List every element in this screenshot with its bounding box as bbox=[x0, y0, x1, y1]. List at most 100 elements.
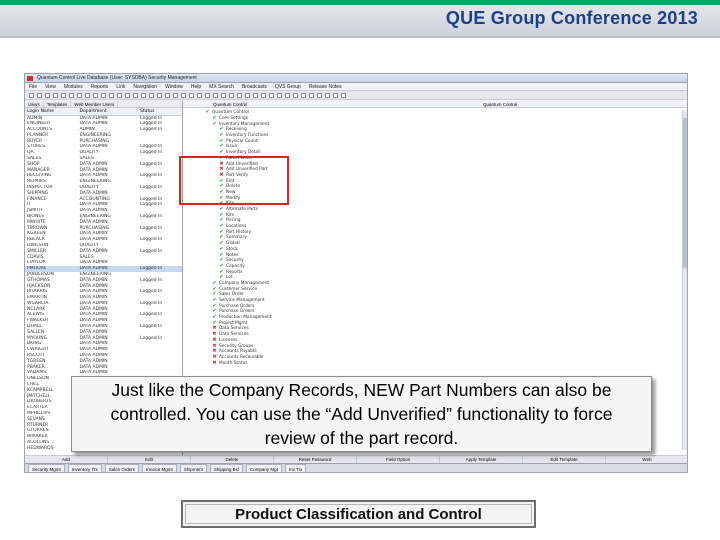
column-header[interactable]: Login Name bbox=[25, 108, 78, 116]
tree-node-label: Lot bbox=[226, 275, 233, 281]
toolbar-button[interactable] bbox=[181, 93, 186, 98]
toolbar-button[interactable] bbox=[69, 93, 74, 98]
toolbar-button[interactable] bbox=[61, 93, 66, 98]
users-tab[interactable]: Users bbox=[25, 101, 44, 107]
toolbar-button[interactable] bbox=[333, 93, 338, 98]
taskbar-window[interactable]: Shipment bbox=[179, 464, 207, 472]
toolbar-button[interactable] bbox=[325, 93, 330, 98]
action-button[interactable]: Edit bbox=[108, 456, 191, 463]
toolbar-button[interactable] bbox=[237, 93, 242, 98]
table-row[interactable]: ENGINEER DATA ADMIN Logged In bbox=[25, 121, 182, 127]
toolbar-button[interactable] bbox=[77, 93, 82, 98]
tree-node[interactable]: ✖ Month Status bbox=[183, 359, 687, 366]
action-button[interactable]: Add bbox=[25, 456, 108, 463]
tree-node-label: Quantum Control bbox=[212, 110, 249, 116]
toolbar-button[interactable] bbox=[141, 93, 146, 98]
toolbar-button[interactable] bbox=[269, 93, 274, 98]
action-button[interactable]: Delete bbox=[191, 456, 274, 463]
toolbar-button[interactable] bbox=[117, 93, 122, 98]
toolbar-button[interactable] bbox=[245, 93, 250, 98]
menu-item[interactable]: Modules bbox=[64, 83, 83, 90]
menu-item[interactable]: Broadcasts bbox=[242, 83, 267, 90]
column-header[interactable]: Department bbox=[77, 108, 139, 116]
menu-item[interactable]: MX Search bbox=[209, 83, 234, 90]
toolbar-button[interactable] bbox=[133, 93, 138, 98]
tree-node-label: Part Verify bbox=[226, 172, 249, 178]
tree-node-label: Inventory Management bbox=[219, 121, 270, 127]
toolbar-button[interactable] bbox=[301, 93, 306, 98]
users-tab[interactable]: Templates bbox=[44, 101, 72, 107]
toolbar-button[interactable] bbox=[149, 93, 154, 98]
toolbar-button[interactable] bbox=[165, 93, 170, 98]
menu-item[interactable]: Navigation bbox=[133, 83, 157, 90]
toolbar-button[interactable] bbox=[85, 93, 90, 98]
toolbar-button[interactable] bbox=[93, 93, 98, 98]
tree-column-header: Quantum Control bbox=[483, 102, 518, 107]
menu-item[interactable]: Link bbox=[116, 83, 125, 90]
tree-node-label: Data Services bbox=[219, 332, 249, 338]
toolbar-button[interactable] bbox=[285, 93, 290, 98]
taskbar-window[interactable]: Shipping Bsl bbox=[209, 464, 243, 472]
tree-node-label: Purchase Orders bbox=[219, 309, 255, 315]
toolbar-button[interactable] bbox=[341, 93, 346, 98]
tree-node-label: Delete bbox=[226, 184, 241, 190]
check-icon: ✔ bbox=[205, 109, 210, 116]
taskbar-window[interactable]: Inv Trx bbox=[284, 464, 307, 472]
taskbar-window[interactable]: Inventory Trx bbox=[67, 464, 102, 472]
toolbar-button[interactable] bbox=[253, 93, 258, 98]
cross-icon: ✖ bbox=[212, 359, 217, 366]
menu-item[interactable]: View bbox=[45, 83, 56, 90]
tree-scrollbar[interactable] bbox=[682, 110, 687, 450]
scrollbar-thumb[interactable] bbox=[683, 118, 687, 268]
toolbar-button[interactable] bbox=[29, 93, 34, 98]
toolbar-button[interactable] bbox=[101, 93, 106, 98]
toolbar-button[interactable] bbox=[277, 93, 282, 98]
menu-item[interactable]: Release Notes bbox=[309, 83, 342, 90]
menu-item[interactable]: Window bbox=[165, 83, 183, 90]
table-cell: HEDWARDS bbox=[27, 445, 54, 451]
toolbar-button[interactable] bbox=[213, 93, 218, 98]
table-row[interactable]: GTHOMAS DATA ADMIN Logged In bbox=[25, 277, 182, 283]
taskbar-window[interactable]: Sales Orders bbox=[104, 464, 140, 472]
toolbar-button[interactable] bbox=[229, 93, 234, 98]
toolbar-button[interactable] bbox=[197, 93, 202, 98]
toolbar-button[interactable] bbox=[53, 93, 58, 98]
action-button[interactable]: Field Option bbox=[357, 456, 440, 463]
tree-node-label: Accounts Receivable bbox=[219, 354, 264, 360]
action-button[interactable]: Apply Template bbox=[440, 456, 523, 463]
tree-node-label: Core Settings bbox=[219, 116, 248, 122]
tree-node-label: Month Status bbox=[219, 360, 248, 366]
menu-item[interactable]: Reports bbox=[91, 83, 109, 90]
tree-node-label: Stock bbox=[226, 246, 238, 252]
toolbar-button[interactable] bbox=[37, 93, 42, 98]
toolbar-button[interactable] bbox=[221, 93, 226, 98]
menu-item[interactable]: Help bbox=[191, 83, 201, 90]
taskbar-window[interactable]: Company Mgt bbox=[245, 464, 282, 472]
column-header[interactable]: Status bbox=[138, 108, 182, 116]
toolbar-button[interactable] bbox=[205, 93, 210, 98]
toolbar-button[interactable] bbox=[293, 93, 298, 98]
toolbar-button[interactable] bbox=[261, 93, 266, 98]
toolbar-button[interactable] bbox=[189, 93, 194, 98]
toolbar-button[interactable] bbox=[173, 93, 178, 98]
action-button[interactable]: Edit Template bbox=[523, 456, 606, 463]
toolbar-button[interactable] bbox=[309, 93, 314, 98]
tree-node-label: Data Services bbox=[219, 326, 249, 332]
tree-node-label: Security Groups bbox=[219, 343, 254, 349]
menu-item[interactable]: QVS Group bbox=[275, 83, 301, 90]
toolbar-button[interactable] bbox=[45, 93, 50, 98]
users-tab[interactable]: Web Member Users bbox=[71, 101, 119, 107]
tree-node-label: Reports bbox=[226, 269, 243, 275]
toolbar-button[interactable] bbox=[109, 93, 114, 98]
toolbar-button[interactable] bbox=[157, 93, 162, 98]
tree-node-label: Notes bbox=[226, 252, 239, 258]
taskbar-window[interactable]: Invoice Mgmt bbox=[142, 464, 177, 472]
taskbar-window[interactable]: Security Mgmt bbox=[28, 464, 65, 472]
table-row[interactable]: RECEIVING DATA ADMIN Logged In bbox=[25, 173, 182, 179]
action-button[interactable]: Reset Password bbox=[274, 456, 357, 463]
toolbar-button[interactable] bbox=[317, 93, 322, 98]
action-button[interactable]: Web bbox=[606, 456, 687, 463]
toolbar-button[interactable] bbox=[125, 93, 130, 98]
menu-item[interactable]: File bbox=[29, 83, 37, 90]
tree-node-label: Inventory Detail bbox=[226, 150, 261, 156]
